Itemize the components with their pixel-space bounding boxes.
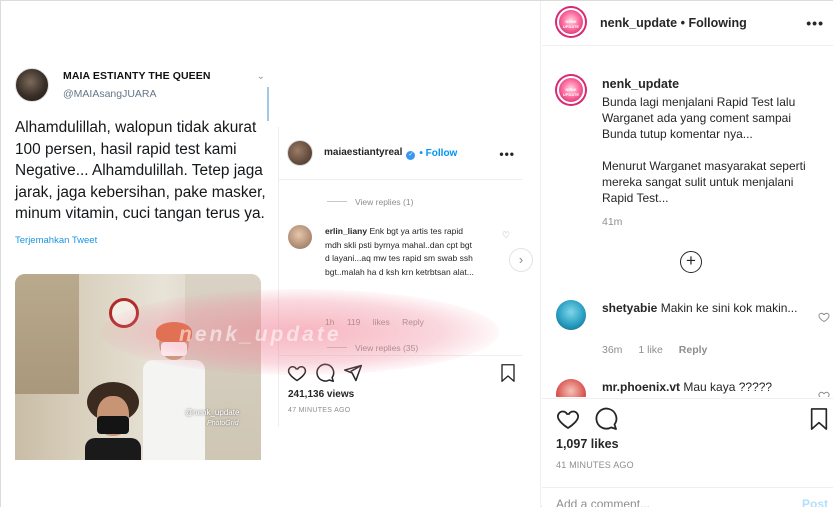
reply-button[interactable]: Reply [679,344,708,356]
comment-likes[interactable]: 1 like [638,344,663,356]
embedded-ig-follow: • Follow [419,147,458,159]
post-actions: 1,097 likes 41 MINUTES AGO Post [542,398,833,507]
tweet-header: MAIA ESTIANTY THE QUEEN @MAIAsangJUARA [15,65,271,105]
following-button[interactable]: • Following [681,16,747,30]
translate-tweet-link: Terjemahkan Tweet [15,234,98,246]
comment-body: Makin ke sini kok makin... [660,301,798,315]
embedded-actions [287,363,363,383]
photo-clock [109,298,139,328]
tweet-handle: @MAIAsangJUARA [63,88,157,100]
likes-count[interactable]: 1,097 likes [556,437,619,451]
photo-person-seated [85,382,141,460]
comment-meta: 36m 1 like Reply [602,344,720,356]
heart-icon [287,365,307,382]
verified-icon: ✓ [406,150,416,160]
bookmark-icon [499,363,517,388]
watermark-text: nenk_update [179,323,342,346]
tweet-scroll-line [267,87,269,121]
comment-text: mr.phoenix.vt Mau kaya ????? [602,379,802,395]
more-icon: ••• [499,147,515,161]
embedded-comment-avatar [288,225,312,249]
divider [279,179,522,180]
avatar[interactable]: NENK UPDATE [555,6,587,38]
tweet-text: Alhamdulillah, walopun tidak akurat 100 … [15,119,266,222]
tweet-display-name: MAIA ESTIANTY THE QUEEN [63,70,211,82]
heart-icon[interactable] [818,389,830,397]
chevron-down-icon: ⌄ [256,71,265,82]
caption-username[interactable]: nenk_update [602,77,679,91]
comment-avatar[interactable] [556,300,586,330]
heart-icon[interactable] [556,407,580,431]
comment-time[interactable]: 36m [602,344,622,356]
heart-icon[interactable] [818,310,830,328]
embedded-views-count: 241,136 views [288,389,355,400]
tweet-names: MAIA ESTIANTY THE QUEEN @MAIAsangJUARA [63,70,211,100]
embedded-ig-avatar [287,140,313,166]
heart-icon: ♡ [502,230,511,240]
embedded-post-time: 47 MINUTES AGO [288,407,351,414]
embedded-instagram-screenshot: maiaestiantyreal ✓ • Follow ••• View repl… [278,127,522,427]
embedded-comment-text: erlin_liany Enk bgt ya artis tes rapid m… [325,226,474,277]
header-username-line: nenk_update • Following [600,16,747,30]
comments-scroll-area[interactable]: NENK UPDATE nenk_update Bunda lagi menja… [542,47,833,397]
more-icon[interactable]: ••• [806,15,824,31]
embedded-view-replies: View replies (1) [327,197,413,207]
plus-circle-icon[interactable]: + [680,251,702,273]
tweet-photo: @nenk_update PhotoGrid [15,274,261,460]
caption-avatar[interactable]: NENK UPDATE [555,74,587,106]
post-header: NENK UPDATE nenk_update • Following ••• [542,1,833,46]
post-comment-button[interactable]: Post [802,497,828,507]
comment-username[interactable]: mr.phoenix.vt [602,380,680,394]
add-comment-bar: Post [542,487,833,507]
instagram-post-modal: MAIA ESTIANTY THE QUEEN @MAIAsangJUARA ⌄… [0,0,833,507]
comment-icon [316,363,335,383]
header-username[interactable]: nenk_update [600,16,677,30]
share-icon [343,364,363,382]
comment-avatar[interactable] [556,379,586,397]
comment-input[interactable] [556,497,776,507]
photo-shelf [15,274,79,394]
post-media[interactable]: MAIA ESTIANTY THE QUEEN @MAIAsangJUARA ⌄… [1,1,541,507]
caption-text: Bunda lagi menjalani Rapid Test lalu War… [602,95,806,205]
photo-watermark-photogrid: PhotoGrid [207,420,239,427]
action-icons [556,407,618,431]
embedded-ig-header: maiaestiantyreal ✓ • Follow [287,140,457,166]
post-timestamp[interactable]: 41 MINUTES AGO [556,460,634,470]
comment-username[interactable]: shetyabie [602,301,657,315]
bookmark-icon[interactable] [808,407,830,436]
chevron-right-icon[interactable]: › [509,248,533,272]
comment-text: shetyabie Makin ke sini kok makin... [602,300,802,316]
embedded-ig-username: maiaestiantyreal ✓ [324,146,416,160]
post-sidebar: NENK UPDATE nenk_update • Following ••• … [542,1,833,507]
comment-body: Mau kaya ????? [683,380,773,394]
photo-watermark: @nenk_update [185,408,240,417]
tweet-avatar [15,68,49,102]
tweet-screenshot: MAIA ESTIANTY THE QUEEN @MAIAsangJUARA ⌄… [15,65,271,246]
divider [279,355,522,356]
caption-time[interactable]: 41m [602,216,622,228]
comment-icon[interactable] [594,407,618,431]
